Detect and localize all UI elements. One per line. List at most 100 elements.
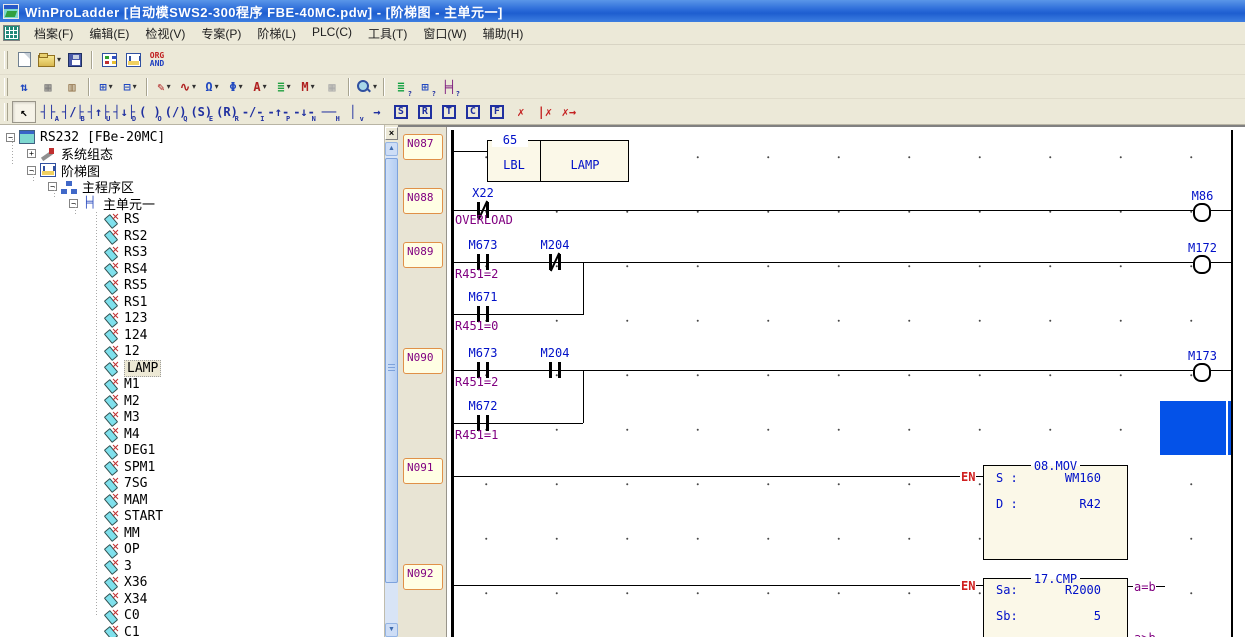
dropdown-arrow-icon[interactable]: ▾ [239, 82, 243, 91]
tree-item-rs5[interactable]: RS5 [0, 278, 384, 295]
tree-item-124[interactable]: 124 [0, 327, 384, 344]
invert-button[interactable]: -/-I [240, 101, 266, 123]
coil-reset-button[interactable]: (R)R [214, 101, 240, 123]
contact-no-button[interactable]: ┤├A [36, 101, 60, 123]
expander-minus-icon[interactable]: − [48, 182, 57, 191]
dropdown-arrow-icon[interactable]: ▾ [167, 82, 171, 91]
network-label-n087[interactable]: N087 [403, 134, 443, 160]
tree-item-123[interactable]: 123 [0, 311, 384, 328]
contact-m204[interactable] [540, 362, 570, 378]
network-label-n090[interactable]: N090 [403, 348, 443, 374]
monitor-a-button[interactable]: A▾ [248, 76, 272, 98]
contact-up-button[interactable]: ┤↑├U [86, 101, 112, 123]
tree-item-deg1[interactable]: DEG1 [0, 443, 384, 460]
tree-item-m4[interactable]: M4 [0, 426, 384, 443]
tree-item-rs4[interactable]: RS4 [0, 261, 384, 278]
fn-t-button[interactable]: T [437, 101, 461, 123]
dropdown-arrow-icon[interactable]: ▾ [192, 82, 196, 91]
status-list-button[interactable]: ≣▾ [272, 76, 296, 98]
network-label-n092[interactable]: N092 [403, 564, 443, 590]
horizontal-short-button[interactable]: ──H [317, 101, 341, 123]
fn-f-button[interactable]: F [485, 101, 509, 123]
dropdown-arrow-icon[interactable]: ▾ [263, 82, 267, 91]
tree-item-3[interactable]: 3 [0, 558, 384, 575]
register-table-button[interactable]: ▥ [60, 76, 84, 98]
tree-item-c0[interactable]: C0 [0, 608, 384, 625]
tree-item-rs3[interactable]: RS3 [0, 245, 384, 262]
menu-item-plcc[interactable]: PLC(C) [304, 22, 360, 45]
menu-item-窗口w[interactable]: 窗口(W) [415, 22, 474, 45]
monitor-x-button[interactable]: Ω▾ [200, 76, 224, 98]
tree-item-c1[interactable]: C1 [0, 624, 384, 637]
monitor-device-button[interactable]: Φ▾ [224, 76, 248, 98]
tree-item-rs[interactable]: RS [0, 212, 384, 229]
coil-not-button[interactable]: (/)Q [163, 101, 189, 123]
contact-down-button[interactable]: ┤↓├D [111, 101, 137, 123]
menu-item-档案f[interactable]: 档案(F) [26, 22, 81, 45]
tree-item-7sg[interactable]: 7SG [0, 476, 384, 493]
tree-item-12[interactable]: 12 [0, 344, 384, 361]
tree-item-lamp[interactable]: LAMP [0, 360, 384, 377]
fn-s-button[interactable]: S [389, 101, 413, 123]
expander-plus-icon[interactable]: + [27, 149, 36, 158]
falling-edge-button[interactable]: -↓-N [291, 101, 317, 123]
scrollbar-thumb[interactable] [385, 158, 398, 583]
tree-item-mm[interactable]: MM [0, 525, 384, 542]
data-table-button[interactable]: ▦ [320, 76, 344, 98]
ladder-status-button[interactable]: ⊞? [413, 76, 437, 98]
delete-element-button[interactable]: ✗ [509, 101, 533, 123]
mov-block[interactable]: 08.MOV S : WM160 D : R42 [983, 465, 1128, 560]
close-tree-panel-button[interactable]: × [385, 127, 398, 140]
contact-m204-nc[interactable] [540, 254, 570, 270]
dropdown-arrow-icon[interactable]: ▾ [373, 82, 377, 91]
expander-minus-icon[interactable]: − [6, 133, 15, 142]
save-button[interactable] [63, 49, 87, 71]
network-edit-button[interactable]: ⊟▾ [118, 76, 142, 98]
menu-item-检视v[interactable]: 检视(V) [137, 22, 193, 45]
dropdown-arrow-icon[interactable]: ▾ [57, 55, 61, 64]
network-label-n091[interactable]: N091 [403, 458, 443, 484]
menu-item-辅助h[interactable]: 辅助(H) [475, 22, 532, 45]
fn-r-button[interactable]: R [413, 101, 437, 123]
scroll-down-button[interactable]: ▼ [385, 623, 398, 637]
tree-item-spm1[interactable]: SPM1 [0, 459, 384, 476]
tree-item-rs2[interactable]: RS2 [0, 228, 384, 245]
contact-nc-button[interactable]: ┤/├B [60, 101, 86, 123]
horizontal-line-button[interactable]: → [365, 101, 389, 123]
dropdown-arrow-icon[interactable]: ▾ [311, 82, 315, 91]
zoom-button[interactable]: ▾ [354, 76, 379, 98]
tree-item-x34[interactable]: X34 [0, 591, 384, 608]
io-status-button[interactable]: ≣? [389, 76, 413, 98]
expander-minus-icon[interactable]: − [27, 166, 36, 175]
org-and-button[interactable]: ORGAND [145, 49, 169, 71]
tree-item-op[interactable]: OP [0, 542, 384, 559]
cmp-block[interactable]: 17.CMP Sa: R2000 Sb: 5 [983, 578, 1128, 637]
toolbar-grip[interactable] [4, 103, 8, 121]
scroll-up-button[interactable]: ▲ [385, 142, 398, 156]
tree-item-主程序区[interactable]: −主程序区 [0, 179, 384, 196]
tree-item-m2[interactable]: M2 [0, 393, 384, 410]
memory-button[interactable]: ▦ [36, 76, 60, 98]
toolbar-grip[interactable] [4, 51, 8, 69]
dropdown-arrow-icon[interactable]: ▾ [287, 82, 291, 91]
rising-edge-button[interactable]: -↑-P [266, 101, 292, 123]
dropdown-arrow-icon[interactable]: ▾ [133, 82, 137, 91]
network-label-n089[interactable]: N089 [403, 242, 443, 268]
new-file-button[interactable] [12, 49, 36, 71]
menu-item-编辑e[interactable]: 编辑(E) [81, 22, 137, 45]
dropdown-arrow-icon[interactable]: ▾ [215, 82, 219, 91]
tree-item-rs232-fbe-20mc-[interactable]: −RS232 [FBe-20MC] [0, 129, 384, 146]
tree-item-系统组态[interactable]: +系统组态 [0, 146, 384, 163]
ladder-window-button[interactable] [121, 49, 145, 71]
tree-item-rs1[interactable]: RS1 [0, 294, 384, 311]
edit-element-button[interactable]: ✎▾ [152, 76, 176, 98]
vertical-line-button[interactable]: │v [341, 101, 365, 123]
tree-item-mam[interactable]: MAM [0, 492, 384, 509]
menu-item-工具t[interactable]: 工具(T) [360, 22, 415, 45]
network-label-n088[interactable]: N088 [403, 188, 443, 214]
monitor-m-button[interactable]: M▾ [296, 76, 320, 98]
contact-status-button[interactable]: ╞╡? [437, 76, 461, 98]
monitor-waveform-button[interactable]: ∿▾ [176, 76, 200, 98]
coil-m172[interactable] [1193, 255, 1211, 270]
tree-item-x36[interactable]: X36 [0, 575, 384, 592]
